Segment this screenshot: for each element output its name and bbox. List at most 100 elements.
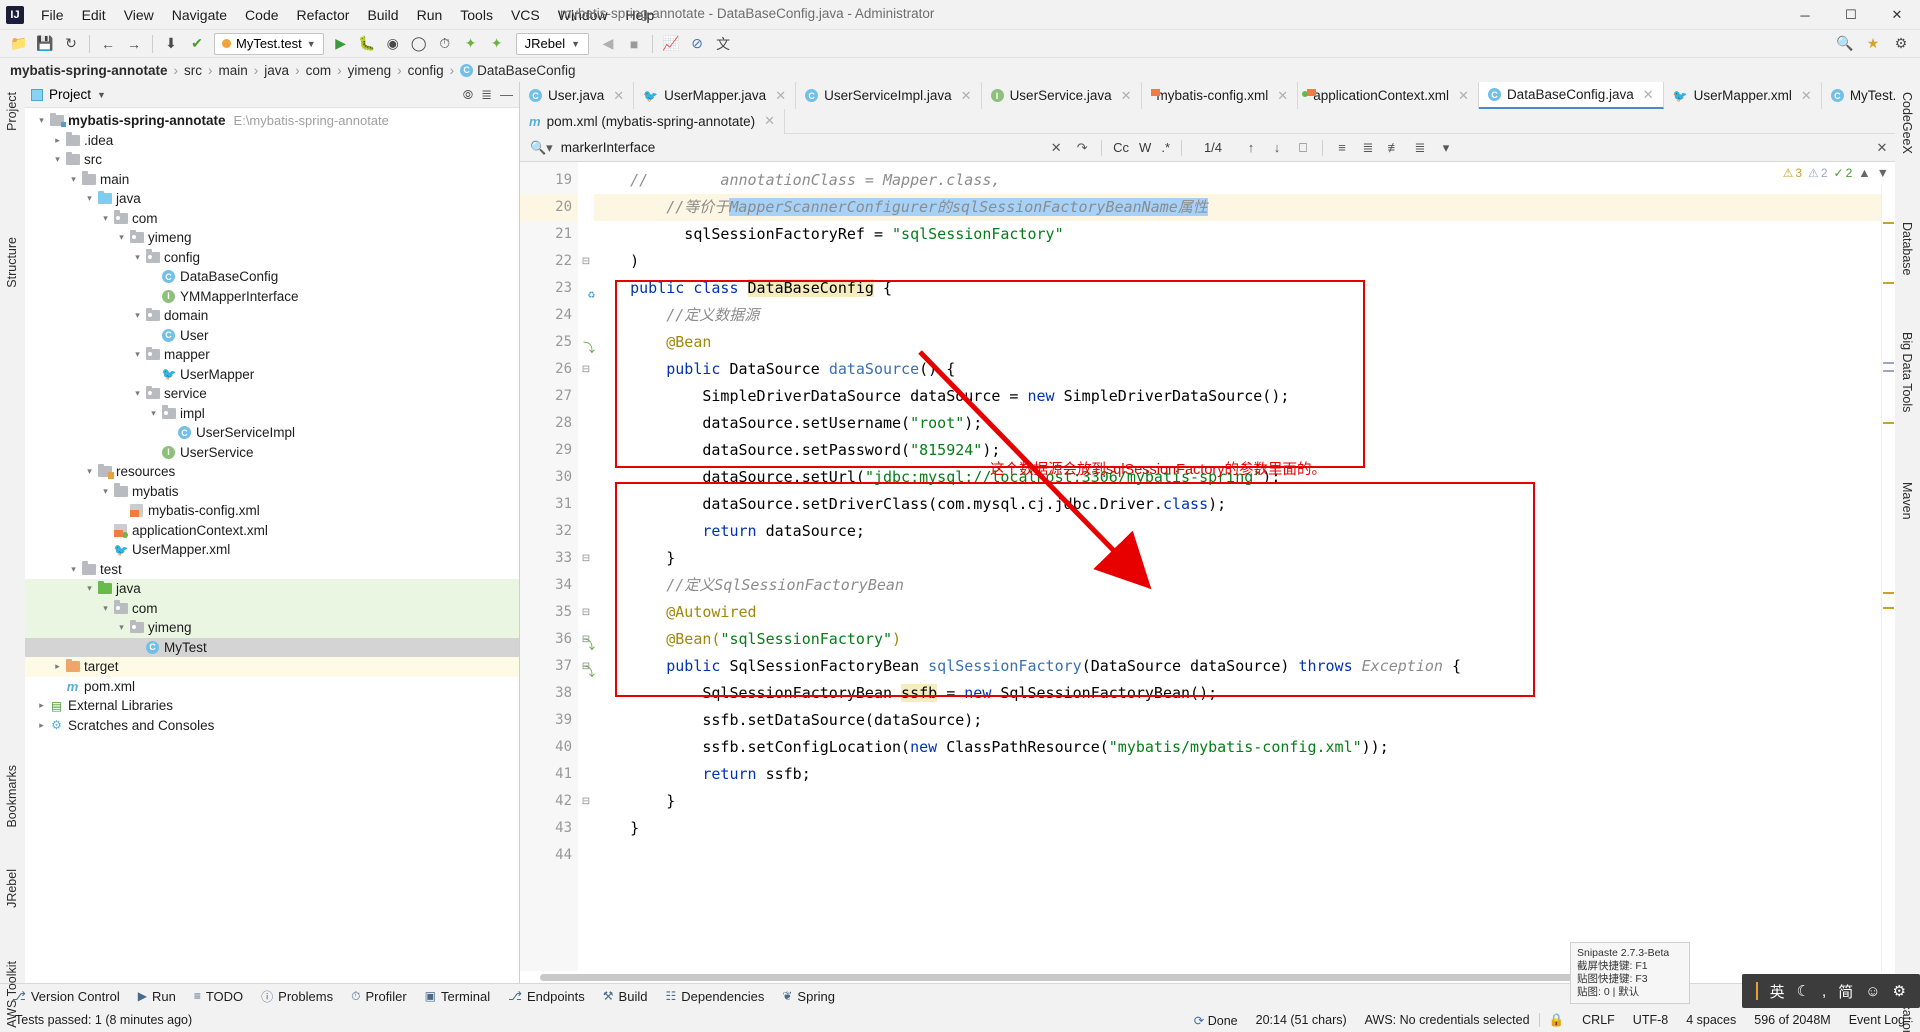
fold-toggle[interactable]: ⊟ xyxy=(578,599,594,626)
translate-icon[interactable]: 文 xyxy=(710,32,736,56)
smiley-icon[interactable]: ☺ xyxy=(1865,983,1880,1000)
code-line[interactable]: return ssfb; xyxy=(594,761,1881,788)
close-tab-icon[interactable]: ✕ xyxy=(1643,87,1654,103)
editor-tab-user-java[interactable]: C User.java ✕ xyxy=(520,82,635,109)
menu-file[interactable]: File xyxy=(32,4,73,26)
tree-item-domain[interactable]: ▾ domain xyxy=(25,306,519,326)
tree-item-com[interactable]: ▾ com xyxy=(25,598,519,618)
memory-indicator[interactable]: 596 of 2048M xyxy=(1745,1013,1839,1027)
code-line[interactable]: } xyxy=(594,545,1881,572)
menu-build[interactable]: Build xyxy=(358,4,407,26)
collapse-arrow-icon[interactable]: ▾ xyxy=(131,349,144,360)
code-line[interactable] xyxy=(594,842,1881,869)
tree-item-java[interactable]: ▾ java xyxy=(25,189,519,209)
back-icon[interactable]: ← xyxy=(95,32,121,56)
filter-icon[interactable]: ▾ xyxy=(1433,135,1459,161)
expand-arrow-icon[interactable]: ▸ xyxy=(51,135,64,146)
tree-item--idea[interactable]: ▸ .idea xyxy=(25,131,519,151)
code-line[interactable]: //定义数据源 xyxy=(594,302,1881,329)
editor-tab-mytest-java[interactable]: CMyTest.java✕ xyxy=(1821,82,1895,109)
tree-item-mybatis-config-xml[interactable]: mybatis-config.xml xyxy=(25,501,519,521)
line-number[interactable]: 37 ⤵ xyxy=(520,653,595,680)
scrollbar-thumb[interactable] xyxy=(540,974,1640,981)
expand-inspections-icon[interactable]: ▼ xyxy=(1877,166,1889,180)
code-line[interactable]: public class DataBaseConfig { xyxy=(594,275,1881,302)
line-number[interactable]: 26 xyxy=(520,356,578,383)
ime-mode[interactable]: 英 xyxy=(1770,981,1785,1002)
line-number-gutter[interactable]: 19 20 21 22 23 ♻ 24 25 ⤵ 26 27 28 29 30 31 32 33 34 35 36 ⤵ 3… xyxy=(520,162,595,971)
tree-item-impl[interactable]: ▾ impl xyxy=(25,404,519,424)
collapse-arrow-icon[interactable]: ▾ xyxy=(83,193,96,204)
line-number[interactable]: 40 xyxy=(520,734,578,761)
tree-item-resources[interactable]: ▾ resources xyxy=(25,462,519,482)
tool-window-build[interactable]: ⚒ Build xyxy=(595,987,656,1006)
close-tab-icon[interactable]: ✕ xyxy=(1121,88,1132,104)
editor-tab-mybatis-config-xml[interactable]: mybatis-config.xml ✕ xyxy=(1141,82,1299,109)
breadcrumb[interactable]: mybatis-spring-annotate › src › main › j… xyxy=(0,58,1920,82)
code-line[interactable]: } xyxy=(594,788,1881,815)
line-number[interactable]: 38 xyxy=(520,680,578,707)
editor-tab-userservice-java[interactable]: I UserService.java ✕ xyxy=(981,82,1142,109)
window-controls[interactable]: ─ ☐ ✕ xyxy=(1782,0,1920,30)
strip-aws-toolkit[interactable]: AWS Toolkit xyxy=(5,961,19,1028)
collapse-arrow-icon[interactable]: ▾ xyxy=(99,486,112,497)
menu-refactor[interactable]: Refactor xyxy=(288,4,359,26)
select-all-occurrences-icon[interactable]: ⎕ xyxy=(1290,135,1316,161)
search-icon[interactable]: 🔍▾ xyxy=(530,140,553,156)
strip-bookmarks[interactable]: Bookmarks xyxy=(5,765,19,828)
collapse-inspections-icon[interactable]: ▲ xyxy=(1858,166,1870,180)
line-number[interactable]: 42 xyxy=(520,788,578,815)
tree-item-mapper[interactable]: ▾ mapper xyxy=(25,345,519,365)
tree-item-java[interactable]: ▾ java xyxy=(25,579,519,599)
caret-position[interactable]: 20:14 (51 chars) xyxy=(1247,1013,1356,1027)
open-project-icon[interactable]: 📁 xyxy=(6,32,32,56)
tree-item-usermapper[interactable]: 🐦 UserMapper xyxy=(25,365,519,385)
tool-window-problems[interactable]: ⓘ Problems xyxy=(253,986,341,1007)
code-line[interactable]: dataSource.setPassword("815924"); xyxy=(594,437,1881,464)
tool-window-dependencies[interactable]: ☷ Dependencies xyxy=(657,987,772,1006)
collapse-arrow-icon[interactable]: ▾ xyxy=(83,466,96,477)
update-project-icon[interactable]: ⬇ xyxy=(158,32,184,56)
collapse-arrow-icon[interactable]: ▾ xyxy=(131,252,144,263)
line-number[interactable]: 34 xyxy=(520,572,578,599)
tool-window-terminal[interactable]: ▣ Terminal xyxy=(417,987,498,1006)
forward-icon[interactable]: → xyxy=(121,32,147,56)
tool-window-endpoints[interactable]: ⎇ Endpoints xyxy=(500,987,593,1006)
menu-view[interactable]: View xyxy=(115,4,163,26)
close-find-icon[interactable]: ✕ xyxy=(1869,135,1895,161)
structure-search-icon[interactable]: 📈 xyxy=(658,32,684,56)
disable-icon[interactable]: ⊘ xyxy=(684,32,710,56)
tree-item-yimeng[interactable]: ▾ yimeng xyxy=(25,618,519,638)
code-line[interactable]: ) xyxy=(594,248,1881,275)
code-line[interactable]: dataSource.setUsername("root"); xyxy=(594,410,1881,437)
collapse-arrow-icon[interactable]: ▾ xyxy=(99,213,112,224)
breadcrumb-main[interactable]: main xyxy=(219,63,248,78)
chevron-down-icon[interactable]: ▼ xyxy=(97,90,106,100)
line-number[interactable]: 25 ⤵ xyxy=(520,329,595,356)
code-line[interactable]: @Autowired xyxy=(594,599,1881,626)
line-number[interactable]: 28 xyxy=(520,410,578,437)
tree-item-mytest[interactable]: C MyTest xyxy=(25,637,519,657)
tree-item-scratches-and-consoles[interactable]: ▸ ⚙ Scratches and Consoles xyxy=(25,716,519,736)
jrebel-selector[interactable]: JRebel ▼ xyxy=(515,32,590,55)
tree-item-external-libraries[interactable]: ▸ ▤ External Libraries xyxy=(25,696,519,716)
collapse-arrow-icon[interactable]: ▾ xyxy=(115,232,128,243)
fold-toggle[interactable]: ⊟ xyxy=(578,788,594,815)
editor-tab-usermapper-xml[interactable]: 🐦 UserMapper.xml ✕ xyxy=(1663,82,1822,109)
match-case-toggle[interactable]: Cc xyxy=(1108,140,1134,155)
editor-tab-pom-xml-mybatis-spring-annotate-[interactable]: m pom.xml (mybatis-spring-annotate) ✕ xyxy=(520,108,786,134)
line-number[interactable]: 19 xyxy=(520,167,578,194)
line-number[interactable]: 41 xyxy=(520,761,578,788)
editor-tab-userserviceimpl-java[interactable]: C UserServiceImpl.java ✕ xyxy=(796,82,982,109)
aws-credentials[interactable]: AWS: No credentials selected xyxy=(1356,1013,1539,1027)
fold-toggle[interactable]: ⊟ xyxy=(578,545,594,572)
gear-icon[interactable]: ⚙ xyxy=(1888,32,1914,56)
line-number[interactable]: 35 xyxy=(520,599,578,626)
run-with-profiler-icon[interactable]: ⏱ xyxy=(432,32,458,56)
tree-item-ymmapperinterface[interactable]: I YMMapperInterface xyxy=(25,287,519,307)
collapse-arrow-icon[interactable]: ▾ xyxy=(83,583,96,594)
find-prev-icon[interactable]: ↑ xyxy=(1238,135,1264,161)
find-history-icon[interactable]: ↷ xyxy=(1069,135,1095,161)
close-button[interactable]: ✕ xyxy=(1874,0,1920,30)
close-tab-icon[interactable]: ✕ xyxy=(961,88,972,104)
